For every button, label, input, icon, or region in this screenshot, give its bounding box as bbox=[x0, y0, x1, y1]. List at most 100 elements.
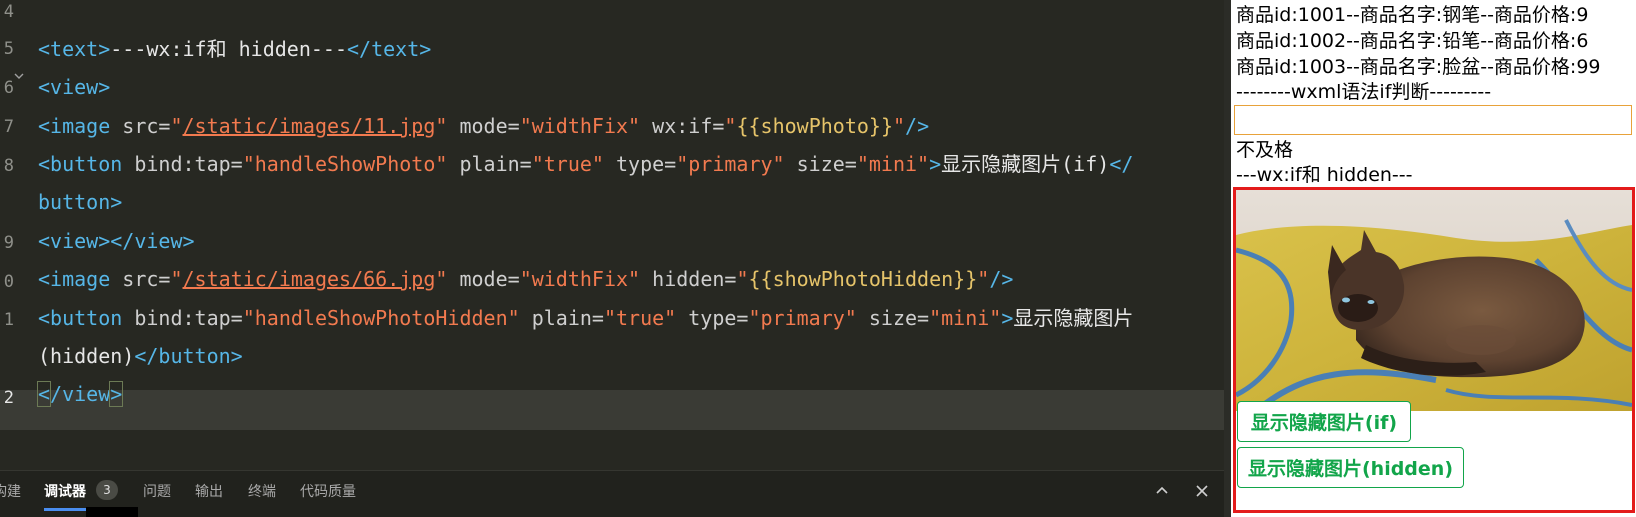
line-number: 8 bbox=[3, 156, 14, 176]
line-number: 4 bbox=[3, 2, 14, 22]
code-line: <view></view> bbox=[38, 229, 195, 253]
token-string: " bbox=[170, 114, 183, 138]
token-tag: /> bbox=[989, 267, 1014, 291]
chevron-up-icon[interactable] bbox=[1153, 482, 1171, 500]
wx-if-hidden-heading: ---wx:if和 hidden--- bbox=[1236, 164, 1413, 186]
token-attr: wx:if= bbox=[640, 114, 725, 138]
token-attr: hidden= bbox=[640, 267, 737, 291]
token-tag: < bbox=[38, 37, 51, 61]
goods-item: 商品id:1003--商品名字:脸盆--商品价格:99 bbox=[1236, 56, 1601, 78]
code-line: <text>---wx:if和 hidden---</text> bbox=[38, 37, 431, 61]
code-line: <button bind:tap="handleShowPhotoHidden"… bbox=[38, 306, 1133, 330]
bottom-panel-tabbar bbox=[0, 470, 1224, 517]
annotation-highlight-box bbox=[1233, 187, 1635, 513]
token-tag: <image bbox=[38, 114, 111, 138]
line-number: 7 bbox=[3, 117, 14, 137]
token-attr: plain= bbox=[519, 306, 604, 330]
pane-splitter[interactable] bbox=[1224, 0, 1231, 517]
tab-terminal[interactable]: 终端 bbox=[248, 481, 276, 501]
code-editor[interactable]: 4 5 6 7 8 9 0 1 2 <text>---wx:if和 hidden… bbox=[0, 0, 1224, 470]
fold-chevron-icon[interactable] bbox=[14, 71, 24, 81]
grade-text: 不及格 bbox=[1236, 139, 1294, 161]
token-attr: bind:tap= bbox=[122, 306, 243, 330]
token-string: "mini" bbox=[856, 152, 930, 176]
token-tag: </button> bbox=[134, 344, 243, 368]
token-attr: src= bbox=[110, 267, 171, 291]
token-text: (hidden) bbox=[38, 344, 135, 368]
line-number: 1 bbox=[3, 310, 14, 330]
token-text: 显示隐藏图片(if) bbox=[941, 152, 1110, 176]
token-string: " bbox=[724, 114, 737, 138]
token-path-link: /static/images/11.jpg bbox=[182, 114, 436, 138]
line-number: 5 bbox=[3, 39, 14, 59]
token-string: "widthFix" bbox=[519, 267, 641, 291]
token-expression: {{showPhotoHidden}} bbox=[748, 267, 978, 291]
token-expression: {{showPhoto}} bbox=[736, 114, 893, 138]
token-tag: <view> bbox=[38, 75, 111, 99]
token-attr: bind:tap= bbox=[122, 152, 243, 176]
tab-debugger[interactable]: 调试器 bbox=[44, 481, 86, 501]
tab-output[interactable]: 输出 bbox=[195, 481, 223, 501]
line-number: 0 bbox=[3, 272, 14, 292]
code-line: <image src="/static/images/11.jpg" mode=… bbox=[38, 114, 929, 138]
line-number: 2 bbox=[3, 388, 14, 408]
token-string: "primary" bbox=[748, 306, 857, 330]
token-tag: <button bbox=[38, 306, 123, 330]
token-attr: size= bbox=[856, 306, 930, 330]
code-line: <view> bbox=[38, 75, 110, 99]
token-tag: button> bbox=[38, 190, 123, 214]
code-line-current: </view> bbox=[36, 381, 124, 407]
token-string: " bbox=[893, 114, 906, 138]
token-string: " bbox=[736, 267, 749, 291]
token-tag: </text> bbox=[347, 37, 432, 61]
token-string: " bbox=[170, 267, 183, 291]
line-number: 6 bbox=[3, 78, 14, 98]
token-tag: <image bbox=[38, 267, 111, 291]
simulator-preview: 商品id:1001--商品名字:钢笔--商品价格:9 商品id:1002--商品… bbox=[1231, 0, 1636, 517]
token-path-link: /static/images/66.jpg bbox=[182, 267, 436, 291]
score-input[interactable] bbox=[1234, 105, 1632, 135]
goods-item: 商品id:1002--商品名字:铅笔--商品价格:6 bbox=[1236, 30, 1589, 52]
token-attr: type= bbox=[676, 306, 749, 330]
token-tag: > bbox=[1001, 306, 1014, 330]
token-string: "handleShowPhotoHidden" bbox=[242, 306, 520, 330]
token-string: "handleShowPhoto" bbox=[242, 152, 448, 176]
token-attr: src= bbox=[110, 114, 171, 138]
line-number: 9 bbox=[3, 233, 14, 253]
token-tag: <view></view> bbox=[38, 229, 195, 253]
token-attr: type= bbox=[603, 152, 677, 176]
token-text: 显示隐藏图片 bbox=[1013, 306, 1134, 330]
token-tag: /> bbox=[905, 114, 930, 138]
code-line: <button bind:tap="handleShowPhoto" plain… bbox=[38, 152, 1133, 176]
panel-content-edge bbox=[86, 507, 138, 517]
token-tag: > bbox=[929, 152, 942, 176]
debugger-count-badge: 3 bbox=[96, 480, 118, 500]
current-line-highlight bbox=[0, 390, 1224, 430]
token-attr: size= bbox=[784, 152, 857, 176]
token-attr: plain= bbox=[447, 152, 532, 176]
token-tag: text bbox=[50, 37, 99, 61]
token-tag: </ bbox=[1109, 152, 1134, 176]
token-attr: mode= bbox=[447, 267, 520, 291]
goods-item: 商品id:1001--商品名字:钢笔--商品价格:9 bbox=[1236, 4, 1589, 26]
token-string: "primary" bbox=[676, 152, 785, 176]
code-line: (hidden)</button> bbox=[38, 344, 243, 368]
token-string: "mini" bbox=[929, 306, 1002, 330]
wxml-if-heading: --------wxml语法if判断--------- bbox=[1236, 81, 1492, 103]
token-string: "widthFix" bbox=[519, 114, 641, 138]
tab-problems[interactable]: 问题 bbox=[143, 481, 171, 501]
tab-code-quality[interactable]: 代码质量 bbox=[300, 481, 356, 501]
token-tag: <button bbox=[38, 152, 123, 176]
token-bracket-match: < bbox=[36, 381, 52, 407]
token-tag: > bbox=[98, 37, 111, 61]
code-line: <image src="/static/images/66.jpg" mode=… bbox=[38, 267, 1013, 291]
tab-build[interactable]: 构建 bbox=[0, 481, 21, 501]
token-string: " bbox=[435, 114, 448, 138]
token-attr: mode= bbox=[447, 114, 520, 138]
code-line: button> bbox=[38, 190, 122, 214]
token-text: ---wx:if和 hidden--- bbox=[110, 37, 348, 61]
close-icon[interactable] bbox=[1193, 482, 1211, 500]
token-string: " bbox=[435, 267, 448, 291]
token-string: "true" bbox=[603, 306, 677, 330]
token-string: "true" bbox=[531, 152, 604, 176]
